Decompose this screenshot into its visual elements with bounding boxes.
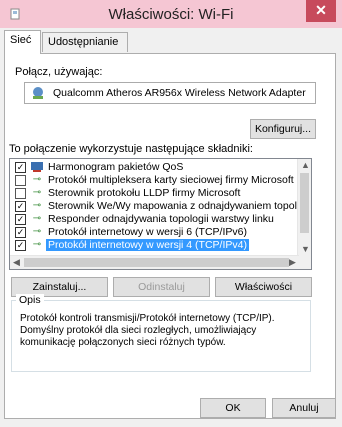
description-title: Opis <box>16 294 44 306</box>
components-list[interactable]: ✓ Harmonogram pakietów QoS ⊸ Protokół mu… <box>9 158 312 270</box>
uninstall-button: Odinstaluj <box>113 277 210 297</box>
adapter-icon <box>33 87 43 99</box>
checkbox-checked[interactable]: ✓ <box>15 227 26 238</box>
checkbox-unchecked[interactable] <box>15 175 26 186</box>
list-item[interactable]: ⊸ Protokół multipleksera karty sieciowej… <box>10 174 299 187</box>
checkbox-unchecked[interactable] <box>15 188 26 199</box>
window-title: Właściwości: Wi-Fi <box>108 6 234 23</box>
scroll-right-arrow-icon[interactable]: ▶ <box>289 257 296 268</box>
tab-network[interactable]: Sieć <box>4 30 41 54</box>
protocol-icon: ⊸ <box>32 226 42 237</box>
network-tab-panel: Połącz, używając: Qualcomm Atheros AR956… <box>4 53 336 419</box>
description-group: Opis Protokół kontroli transmisji/Protok… <box>11 294 311 372</box>
list-item[interactable]: ✓ ⊸ Sterownik We/Wy mapowania z odnajdyw… <box>10 200 299 213</box>
checkbox-checked[interactable]: ✓ <box>15 162 26 173</box>
list-item-label: Sterownik We/Wy mapowania z odnajdywanie… <box>48 200 299 212</box>
list-item-label: Protokół internetowy w wersji 6 (TCP/IPv… <box>48 226 247 238</box>
list-item-label: Harmonogram pakietów QoS <box>48 161 184 173</box>
list-item-label: Protokół multipleksera karty sieciowej f… <box>48 174 294 186</box>
list-item[interactable]: ✓ ⊸ Protokół internetowy w wersji 6 (TCP… <box>10 226 299 239</box>
protocol-icon: ⊸ <box>32 213 42 224</box>
horizontal-scrollbar[interactable]: ◀ ▶ <box>10 255 299 269</box>
list-item-label: Responder odnajdywania topologii warstwy… <box>48 213 274 225</box>
scroll-down-arrow-icon[interactable]: ▼ <box>301 244 310 254</box>
adapter-name: Qualcomm Atheros AR956x Wireless Network… <box>53 87 306 99</box>
list-item-label: Sterownik protokołu LLDP firmy Microsoft <box>48 187 241 199</box>
scrollbar-corner <box>298 256 311 269</box>
vertical-scroll-thumb[interactable] <box>300 173 309 233</box>
protocol-icon: ⊸ <box>32 200 42 211</box>
components-label: To połączenie wykorzystuje następujące s… <box>9 143 253 155</box>
ok-button[interactable]: OK <box>200 398 266 418</box>
protocol-icon: ⊸ <box>32 187 42 198</box>
qos-scheduler-icon <box>31 162 43 172</box>
checkbox-checked[interactable]: ✓ <box>15 214 26 225</box>
scroll-left-arrow-icon[interactable]: ◀ <box>13 257 20 268</box>
scroll-up-arrow-icon[interactable]: ▲ <box>301 160 310 170</box>
protocol-icon: ⊸ <box>32 174 42 185</box>
list-item-label: Protokół internetowy w wersji 4 (TCP/IPv… <box>46 239 249 251</box>
cancel-button[interactable]: Anuluj <box>272 398 336 418</box>
vertical-scrollbar[interactable]: ▲ ▼ <box>297 159 311 256</box>
list-item[interactable]: ✓ Harmonogram pakietów QoS <box>10 161 299 174</box>
checkbox-checked[interactable]: ✓ <box>15 201 26 212</box>
close-button[interactable]: ✕ <box>306 0 336 22</box>
description-text: Protokół kontroli transmisji/Protokół in… <box>20 313 275 348</box>
horizontal-scroll-thumb[interactable] <box>24 258 289 267</box>
list-item-selected[interactable]: ✓ ⊸ Protokół internetowy w wersji 4 (TCP… <box>10 239 299 252</box>
protocol-icon: ⊸ <box>32 239 42 250</box>
checkbox-checked[interactable]: ✓ <box>15 240 26 251</box>
connect-using-label: Połącz, używając: <box>15 66 103 78</box>
configure-button[interactable]: Konfiguruj... <box>250 119 316 139</box>
title-bar: Właściwości: Wi-Fi ✕ <box>0 0 342 28</box>
properties-button[interactable]: Właściwości <box>215 277 312 297</box>
adapter-field: Qualcomm Atheros AR956x Wireless Network… <box>24 82 316 104</box>
list-item[interactable]: ⊸ Sterownik protokołu LLDP firmy Microso… <box>10 187 299 200</box>
tab-sharing[interactable]: Udostępnianie <box>42 32 128 52</box>
list-item[interactable]: ✓ ⊸ Responder odnajdywania topologii war… <box>10 213 299 226</box>
